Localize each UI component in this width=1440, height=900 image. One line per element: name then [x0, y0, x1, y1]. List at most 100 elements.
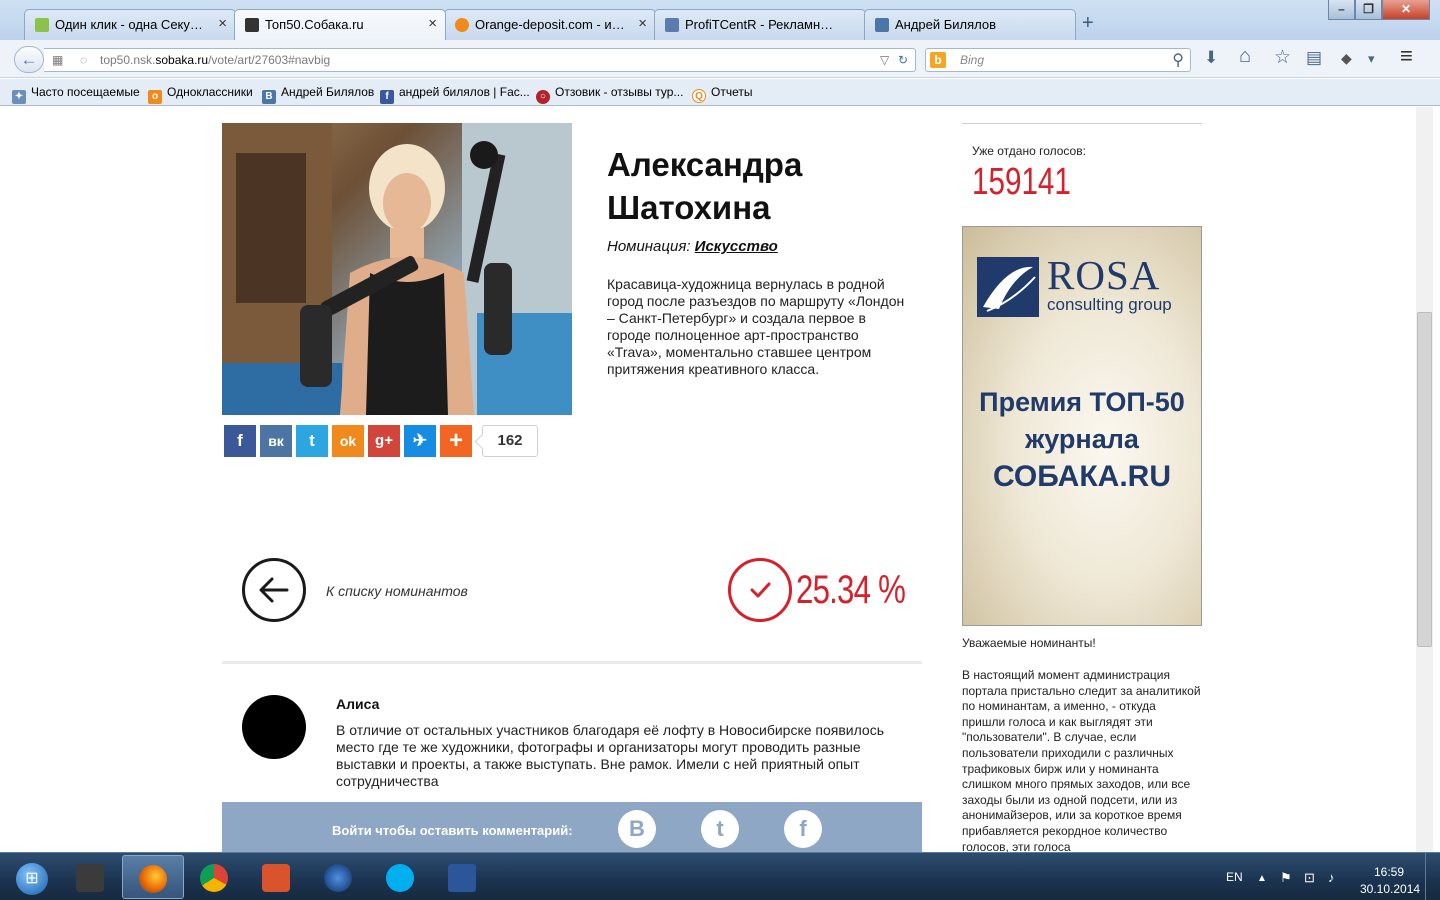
- back-button[interactable]: ←: [14, 46, 44, 73]
- clock-date[interactable]: 30.10.2014: [1360, 882, 1420, 896]
- reader-icon[interactable]: ▤: [1306, 48, 1322, 68]
- media-player-icon: [324, 864, 352, 892]
- tab-title: Orange-deposit.com - игр...: [475, 17, 629, 32]
- web-page: f вк t ok g+ ✈ + 162 Александра Шатохина…: [0, 107, 1416, 852]
- scroll-thumb[interactable]: [1417, 312, 1432, 647]
- new-tab-button[interactable]: +: [1082, 12, 1094, 35]
- bookmark-most-visited[interactable]: ✦ Часто посещаемые: [12, 85, 140, 104]
- google-plus-share-button[interactable]: g+: [368, 425, 400, 457]
- reload-icon[interactable]: ↻: [898, 53, 908, 67]
- back-to-list-link[interactable]: К списку номинантов: [326, 583, 468, 599]
- volume-icon[interactable]: ♪: [1328, 870, 1335, 885]
- vkontakte-share-button[interactable]: вк: [260, 425, 292, 457]
- facebook-login-icon[interactable]: f: [784, 810, 822, 848]
- close-window-button[interactable]: ✕: [1382, 0, 1430, 20]
- search-input[interactable]: Bing: [960, 53, 984, 67]
- tab-top50-sobaka[interactable]: Топ50.Собака.ru ×: [234, 9, 446, 40]
- bookmark-andrey-bilyalov[interactable]: B Андрей Билялов: [262, 85, 374, 104]
- rosa-logo-icon: [977, 257, 1039, 317]
- ad-banner[interactable]: ROSA consulting group Премия ТОП-50 журн…: [962, 226, 1202, 626]
- taskbar-chrome[interactable]: [184, 855, 246, 899]
- bookmark-label: Отчеты: [711, 85, 753, 99]
- twitter-share-button[interactable]: t: [296, 425, 328, 457]
- ad-headline-line: журнала: [1025, 424, 1139, 454]
- ad-brand-sub: consulting group: [1047, 295, 1172, 314]
- menu-icon[interactable]: ≡: [1400, 43, 1413, 69]
- comment-author: Алиса: [336, 696, 380, 712]
- url-text: top50.nsk.sobaka.ru/vote/art/27603#navbi…: [100, 53, 331, 67]
- tab-title: Один клик - одна Секунда: [55, 17, 209, 32]
- tab-title: Топ50.Собака.ru: [265, 17, 364, 32]
- show-desktop-button[interactable]: [1425, 853, 1440, 900]
- taskbar: ⊞ EN ▲ ⚑ ⊡ ♪ 16:59 30.10.2014: [0, 852, 1440, 900]
- search-icon[interactable]: ⚲: [1172, 50, 1184, 70]
- taskbar-skype[interactable]: [370, 855, 432, 899]
- moimir-share-button[interactable]: ✈: [404, 425, 436, 457]
- close-icon[interactable]: ×: [638, 15, 647, 32]
- avatar: [242, 695, 306, 759]
- browser-tab-bar: Один клик - одна Секунда × Топ50.Собака.…: [0, 0, 1440, 40]
- ad-headline: Премия ТОП-50 журнала СОБАКА.RU: [963, 384, 1201, 495]
- chevron-down-icon[interactable]: ▾: [1368, 51, 1375, 67]
- language-indicator[interactable]: EN: [1226, 870, 1243, 884]
- bookmark-label: Часто посещаемые: [31, 85, 140, 99]
- comment-login-bar: Войти чтобы оставить комментарий: B t f: [222, 802, 922, 852]
- page-scrollbar[interactable]: [1416, 107, 1433, 852]
- taskbar-media-player[interactable]: [308, 855, 370, 899]
- nominee-photo: [222, 123, 572, 415]
- vk-login-icon[interactable]: B: [618, 810, 656, 848]
- bookmark-label: Андрей Билялов: [281, 85, 375, 99]
- tab-profitcentr[interactable]: ProfiTCentR - Рекламное ...: [654, 9, 866, 40]
- tab-odin-klik[interactable]: Один клик - одна Секунда ×: [24, 9, 236, 40]
- tab-favicon-icon: [455, 18, 469, 32]
- otzovik-icon: ○: [536, 90, 550, 104]
- download-icon[interactable]: ⬇: [1204, 48, 1218, 68]
- maximize-button[interactable]: ❐: [1355, 0, 1382, 20]
- share-count: 162: [482, 425, 538, 457]
- bookmark-label: Отзовик - отзывы тур...: [555, 85, 684, 99]
- taskbar-viewer[interactable]: [246, 855, 308, 899]
- tab-orange-deposit[interactable]: Orange-deposit.com - игр... ×: [444, 9, 656, 40]
- taskbar-word[interactable]: [432, 855, 494, 899]
- home-icon[interactable]: ⌂: [1239, 45, 1251, 68]
- ad-headline-line: СОБАКА.RU: [993, 460, 1171, 493]
- more-share-button[interactable]: +: [440, 425, 472, 457]
- url-dropdown-icon[interactable]: ▽: [880, 53, 889, 67]
- close-icon[interactable]: ×: [428, 15, 437, 32]
- globe-icon: ◌: [80, 53, 88, 67]
- explorer-icon: [76, 864, 104, 892]
- bookmark-otzovik[interactable]: ○ Отзовик - отзывы тур...: [536, 85, 683, 104]
- extension-icon[interactable]: ◆: [1341, 50, 1352, 67]
- bookmark-label: Одноклассники: [167, 85, 253, 99]
- network-icon[interactable]: ⊡: [1304, 870, 1315, 886]
- bookmark-odnoklassniki[interactable]: o Одноклассники: [148, 85, 253, 104]
- nominee-description: Красавица-художница вернулась в родной г…: [607, 276, 905, 377]
- vote-button[interactable]: [728, 558, 792, 622]
- back-to-list-button[interactable]: [242, 558, 306, 622]
- facebook-share-button[interactable]: f: [224, 425, 256, 457]
- tab-title: Андрей Билялов: [895, 17, 997, 32]
- nomination-label: Номинация:: [607, 238, 691, 255]
- address-bar[interactable]: ▦ ◌ top50.nsk.sobaka.ru/vote/art/27603#n…: [44, 48, 916, 72]
- clock-time[interactable]: 16:59: [1374, 865, 1404, 879]
- notice-title: Уважаемые номинанты!: [962, 636, 1096, 650]
- bookmark-facebook[interactable]: f андрей билялов | Fac...: [380, 85, 530, 104]
- ad-headline-line: Премия ТОП-50: [979, 387, 1185, 417]
- tray-expand-icon[interactable]: ▲: [1257, 873, 1267, 884]
- star-icon[interactable]: ☆: [1274, 46, 1291, 69]
- nomination-link[interactable]: Искусство: [695, 238, 778, 255]
- twitter-login-icon[interactable]: t: [701, 810, 739, 848]
- minimize-button[interactable]: –: [1328, 0, 1355, 20]
- search-bar[interactable]: b Bing ⚲: [925, 48, 1191, 72]
- tab-andrey-bilyalov[interactable]: Андрей Билялов: [864, 9, 1076, 40]
- close-icon[interactable]: ×: [218, 15, 227, 32]
- taskbar-firefox[interactable]: [122, 855, 184, 899]
- word-icon: [448, 864, 476, 892]
- bookmark-reports[interactable]: Q Отчеты: [692, 85, 752, 103]
- action-center-icon[interactable]: ⚑: [1280, 870, 1292, 886]
- start-button[interactable]: ⊞: [2, 863, 62, 895]
- odnoklassniki-share-button[interactable]: ok: [332, 425, 364, 457]
- firefox-icon: [139, 865, 167, 893]
- bing-icon[interactable]: b: [930, 52, 946, 68]
- taskbar-explorer[interactable]: [60, 855, 122, 899]
